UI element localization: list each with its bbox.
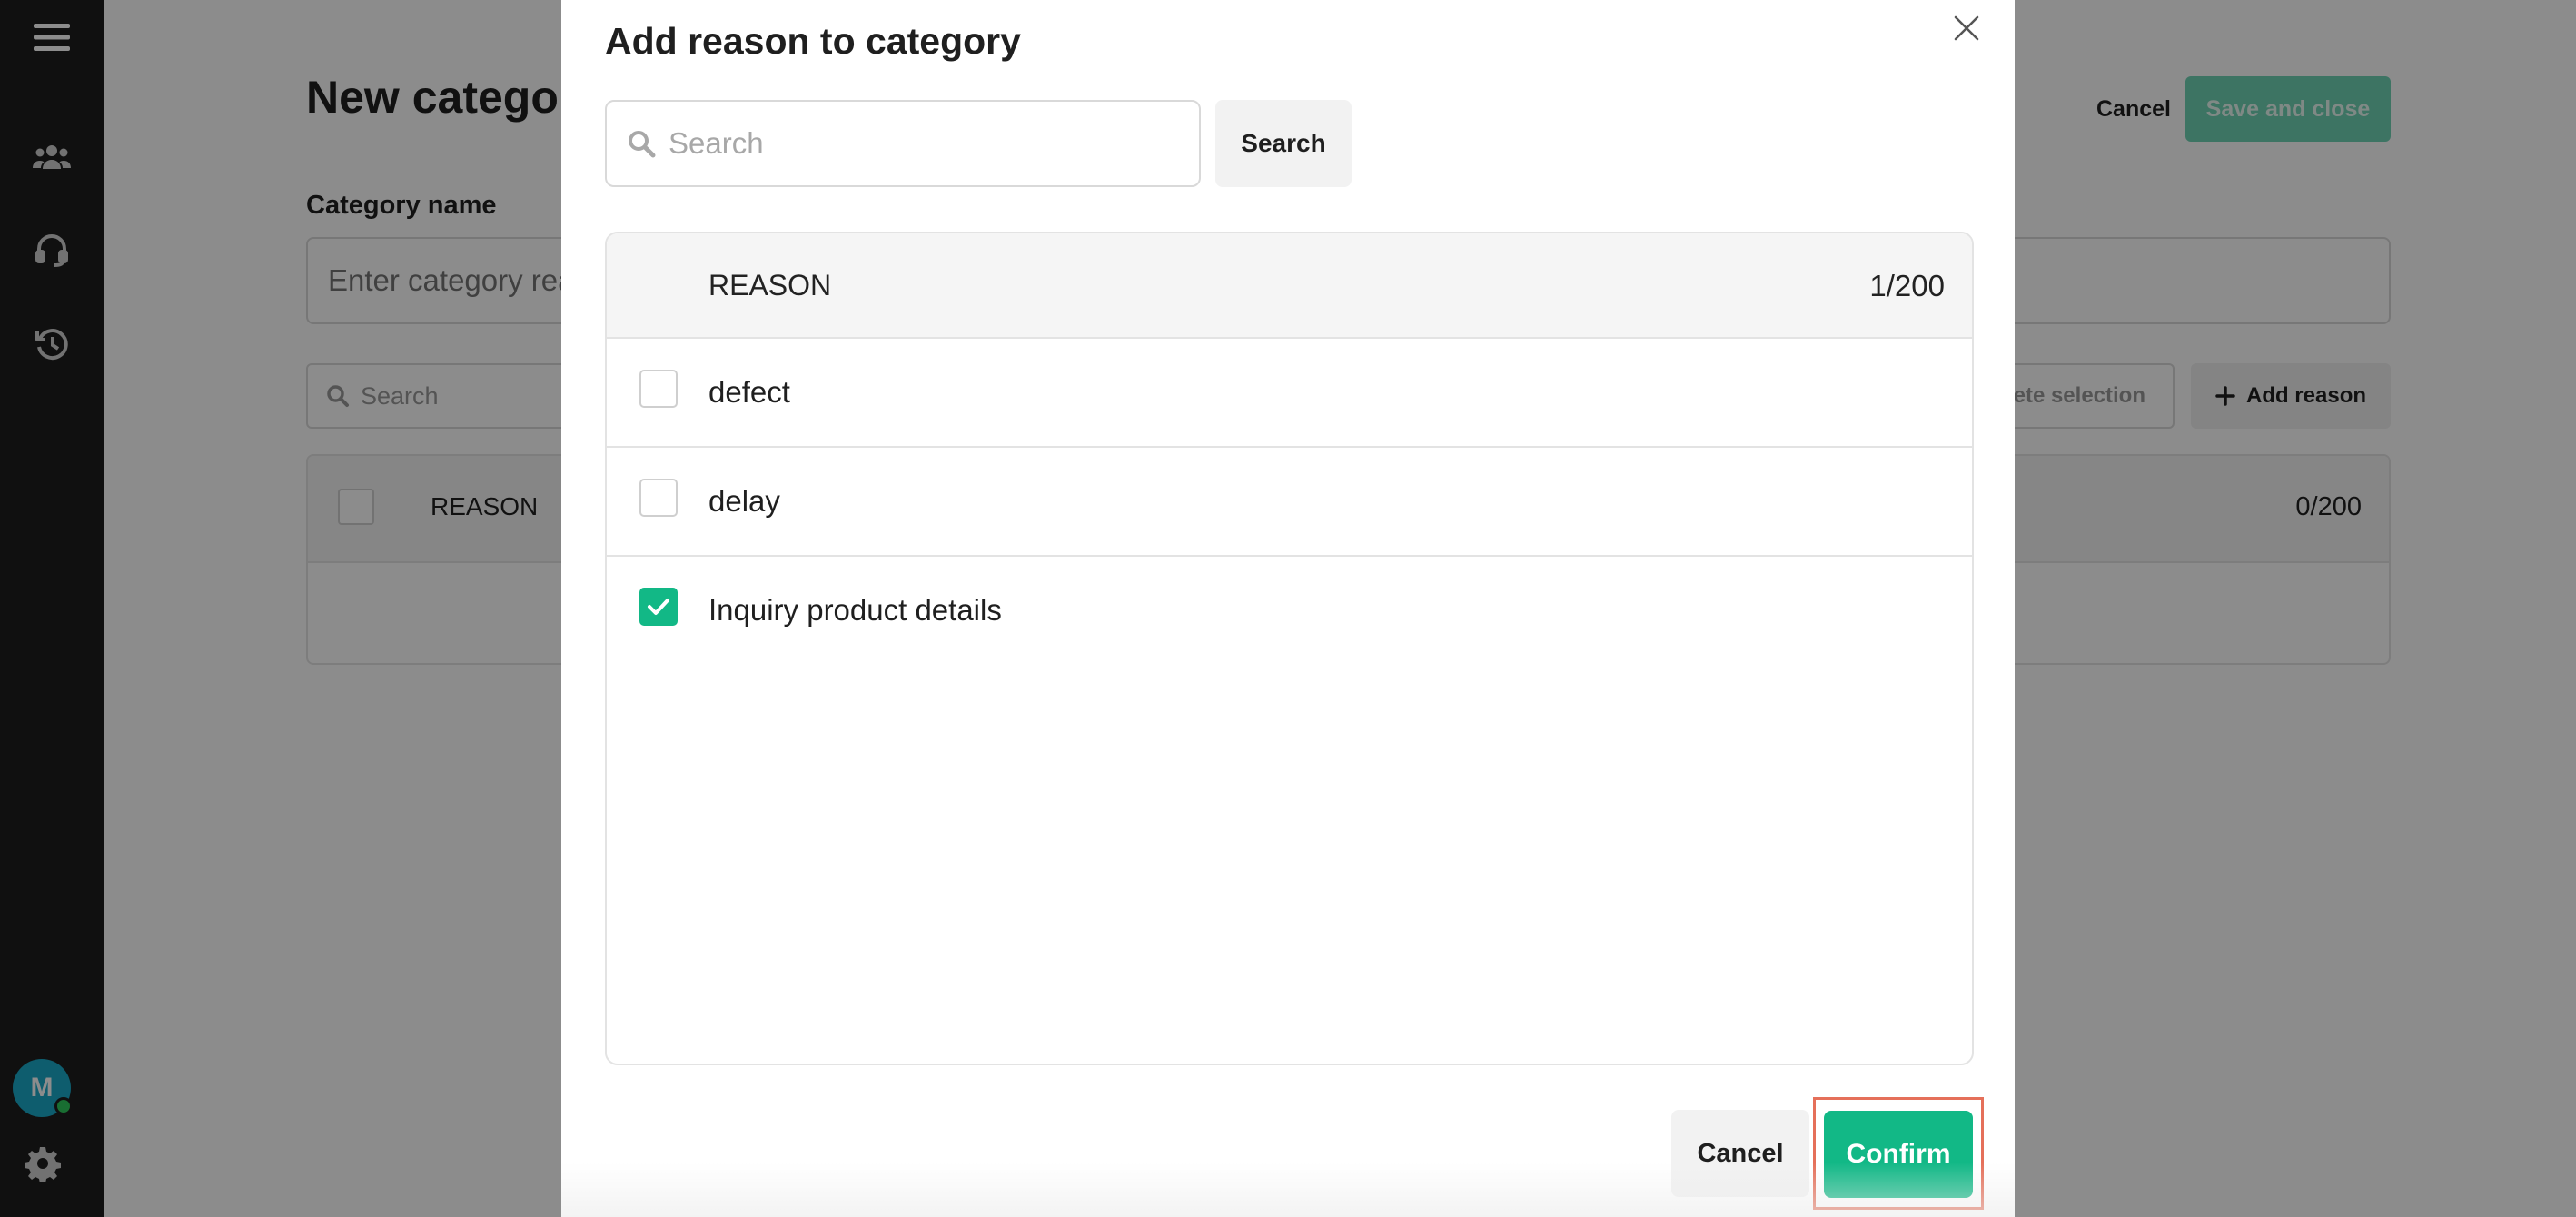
- close-icon: [1954, 15, 1979, 41]
- table-row[interactable]: defect: [607, 339, 1972, 448]
- row-checkbox-delay[interactable]: [639, 479, 678, 517]
- close-button[interactable]: [1944, 5, 1989, 51]
- modal-title: Add reason to category: [605, 20, 1021, 62]
- table-row[interactable]: delay: [607, 448, 1972, 557]
- confirm-highlight-frame: Confirm: [1813, 1097, 1984, 1210]
- modal-search-input[interactable]: [669, 126, 1177, 161]
- confirm-button[interactable]: Confirm: [1824, 1111, 1973, 1198]
- row-label: delay: [708, 484, 780, 518]
- row-checkbox-defect[interactable]: [639, 370, 678, 408]
- selection-count: 1/200: [1869, 269, 1945, 302]
- checkmark-icon: [648, 599, 669, 615]
- reason-selection-table: REASON 1/200 defect delay Inquiry produc…: [605, 232, 1974, 1065]
- row-label: defect: [708, 375, 790, 409]
- table-header: REASON 1/200: [607, 233, 1972, 339]
- reason-column-header: REASON: [708, 269, 832, 302]
- add-reason-modal: Add reason to category Search REASON 1/2…: [561, 0, 2015, 1217]
- modal-search-button[interactable]: Search: [1215, 100, 1352, 187]
- modal-cancel-button[interactable]: Cancel: [1671, 1110, 1809, 1197]
- table-row[interactable]: Inquiry product details: [607, 557, 1972, 666]
- row-checkbox-inquiry-product-details[interactable]: [639, 588, 678, 626]
- row-label: Inquiry product details: [708, 593, 1002, 627]
- search-icon: [629, 131, 656, 158]
- modal-search-field[interactable]: [605, 100, 1201, 187]
